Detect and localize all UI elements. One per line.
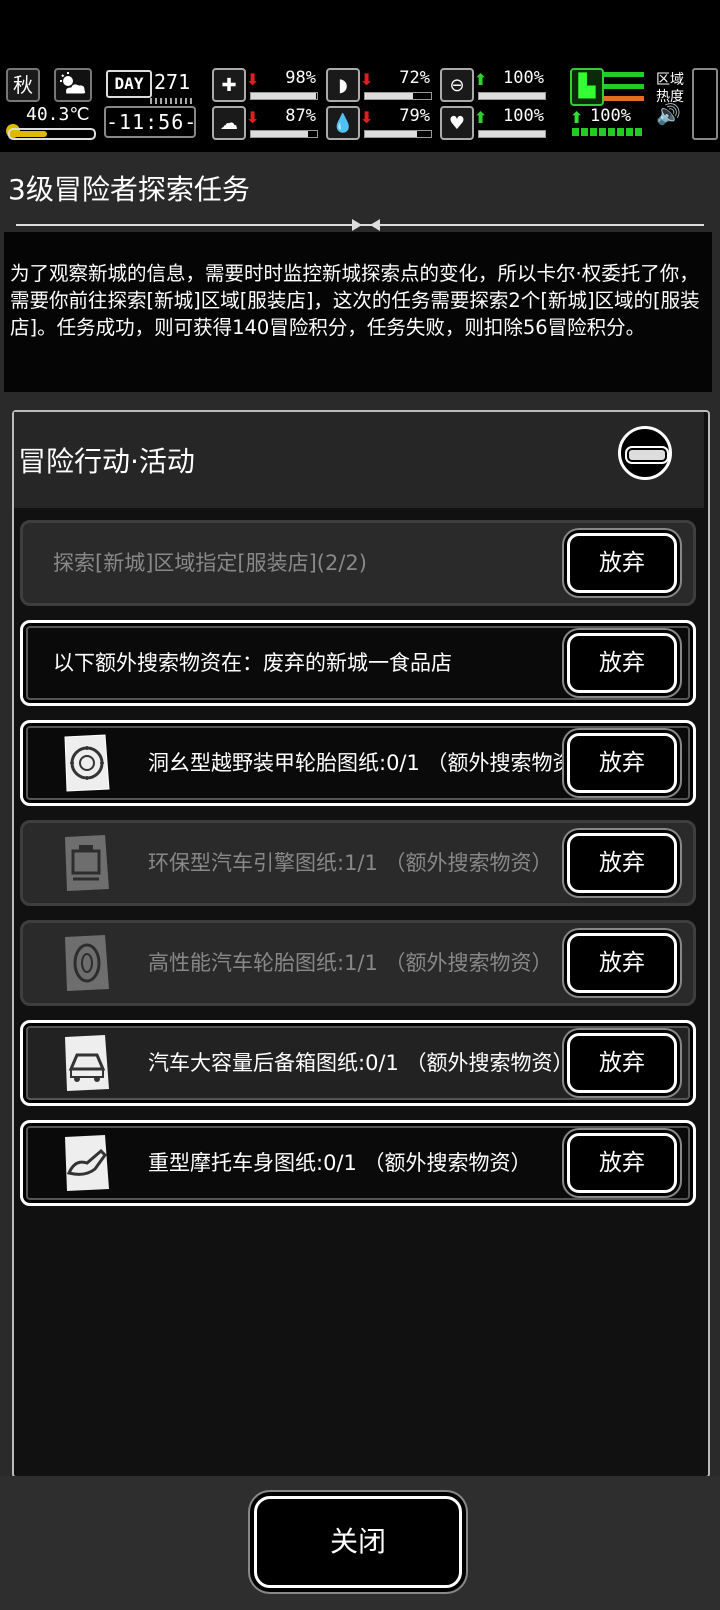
- health-stat: ✚ ⬇ 98%: [212, 68, 320, 102]
- time-ticks: [150, 98, 192, 104]
- trend-arrow: ⬇: [246, 108, 260, 127]
- lungs-icon: ⊖: [440, 68, 474, 102]
- area-heat[interactable]: 区域热度 🔊: [656, 72, 690, 124]
- health-value: 98%: [285, 68, 316, 88]
- water-drop-icon: 💧: [326, 106, 360, 140]
- mood-value: 87%: [285, 106, 316, 126]
- mission-description-box: 为了观察新城的信息，需要时时监控新城探索点的变化，所以卡尔·权委托了你，需要你前…: [4, 232, 712, 392]
- mission-description: 为了观察新城的信息，需要时时监控新城探索点的变化，所以卡尔·权委托了你，需要你前…: [10, 262, 700, 339]
- weather-icon: [54, 68, 92, 102]
- brain-icon: ☁: [212, 106, 246, 140]
- abandon-button[interactable]: 放弃: [567, 1033, 677, 1093]
- trunk-blueprint-icon: [61, 1033, 113, 1095]
- car-tire-blueprint-icon: [61, 933, 113, 995]
- medkit-icon: ✚: [212, 68, 246, 102]
- temperature-bar: [8, 128, 96, 140]
- speaker-icon[interactable]: 🔊: [656, 104, 690, 124]
- tire-blueprint-icon: [61, 733, 113, 795]
- task-row-blueprint: 洞幺型越野装甲轮胎图纸:0/1 （额外搜索物资） 放弃: [20, 720, 696, 806]
- motorcycle-blueprint-icon: [61, 1133, 113, 1195]
- status-hud: 秋 40.3℃ DAY 271 -11:56- ✚ ⬇ 98% ☁ ⬇ 87% …: [0, 66, 720, 142]
- task-label: 环保型汽车引擎图纸:1/1 （额外搜索物资）: [148, 851, 553, 875]
- task-label: 重型摩托车身图纸:0/1 （额外搜索物资）: [148, 1151, 532, 1175]
- abandon-button[interactable]: 放弃: [567, 1133, 677, 1193]
- stomach-icon: ◗: [326, 68, 360, 102]
- heart-stat: ♥ ⬆ 100%: [440, 106, 548, 140]
- trend-arrow: ⬇: [360, 70, 374, 89]
- stamina-stat: ▙ ⬆ 100%: [570, 68, 648, 138]
- task-row-blueprint: 汽车大容量后备箱图纸:0/1 （额外搜索物资） 放弃: [20, 1020, 696, 1106]
- mood-stat: ☁ ⬇ 87%: [212, 106, 320, 140]
- task-row-blueprint: 高性能汽车轮胎图纸:1/1 （额外搜索物资） 放弃: [20, 920, 696, 1006]
- minus-icon: [625, 446, 669, 464]
- task-row-blueprint: 环保型汽车引擎图纸:1/1 （额外搜索物资） 放弃: [20, 820, 696, 906]
- game-clock: -11:56-: [104, 106, 196, 138]
- trend-arrow: ⬆: [474, 108, 488, 127]
- leg-icon: ▙: [570, 68, 604, 106]
- abandon-button[interactable]: 放弃: [567, 633, 677, 693]
- hunger-stat: ◗ ⬇ 72%: [326, 68, 434, 102]
- area-heat-bar: [692, 68, 718, 140]
- trend-arrow: ⬇: [360, 108, 374, 127]
- mission-title: 3级冒险者探索任务: [8, 173, 250, 206]
- task-label: 汽车大容量后备箱图纸:0/1 （额外搜索物资）: [148, 1051, 574, 1075]
- abandon-button[interactable]: 放弃: [567, 933, 677, 993]
- thirst-stat: 💧 ⬇ 79%: [326, 106, 434, 140]
- stamina-value: 100%: [590, 106, 631, 126]
- close-button[interactable]: 关闭: [254, 1496, 462, 1588]
- stamina-bar: [572, 128, 644, 136]
- abandon-button[interactable]: 放弃: [567, 533, 677, 593]
- thirst-value: 79%: [399, 106, 430, 126]
- trend-arrow: ⬇: [246, 70, 260, 89]
- heart-value: 100%: [503, 106, 544, 126]
- engine-blueprint-icon: [61, 833, 113, 895]
- task-label: 洞幺型越野装甲轮胎图纸:0/1 （额外搜索物资）: [148, 751, 586, 775]
- hunger-value: 72%: [399, 68, 430, 88]
- trend-arrow-up: ⬆: [570, 108, 584, 127]
- breath-value: 100%: [503, 68, 544, 88]
- task-row-explore: 探索[新城]区域指定[服装店](2/2) 放弃: [20, 520, 696, 606]
- area-heat-label: 区域热度: [656, 72, 684, 105]
- temperature-readout: 40.3℃: [26, 104, 90, 125]
- heart-icon: ♥: [440, 106, 474, 140]
- task-row-location: 以下额外搜索物资在：废弃的新城一食品店 放弃: [20, 620, 696, 706]
- breath-stat: ⊖ ⬆ 100%: [440, 68, 548, 102]
- task-label: 探索[新城]区域指定[服装店](2/2): [53, 551, 367, 575]
- task-label: 高性能汽车轮胎图纸:1/1 （额外搜索物资）: [148, 951, 553, 975]
- abandon-button[interactable]: 放弃: [567, 733, 677, 793]
- title-divider: [16, 219, 704, 231]
- abandon-button[interactable]: 放弃: [567, 833, 677, 893]
- task-row-blueprint: 重型摩托车身图纸:0/1 （额外搜索物资） 放弃: [20, 1120, 696, 1206]
- day-counter: 271: [154, 70, 191, 94]
- season-indicator: 秋: [6, 68, 40, 102]
- day-label: DAY: [106, 70, 152, 98]
- collapse-button[interactable]: [618, 426, 672, 480]
- task-label: 以下额外搜索物资在：废弃的新城一食品店: [53, 651, 452, 675]
- trend-arrow: ⬆: [474, 70, 488, 89]
- activity-title: 冒险行动·活动: [18, 445, 195, 478]
